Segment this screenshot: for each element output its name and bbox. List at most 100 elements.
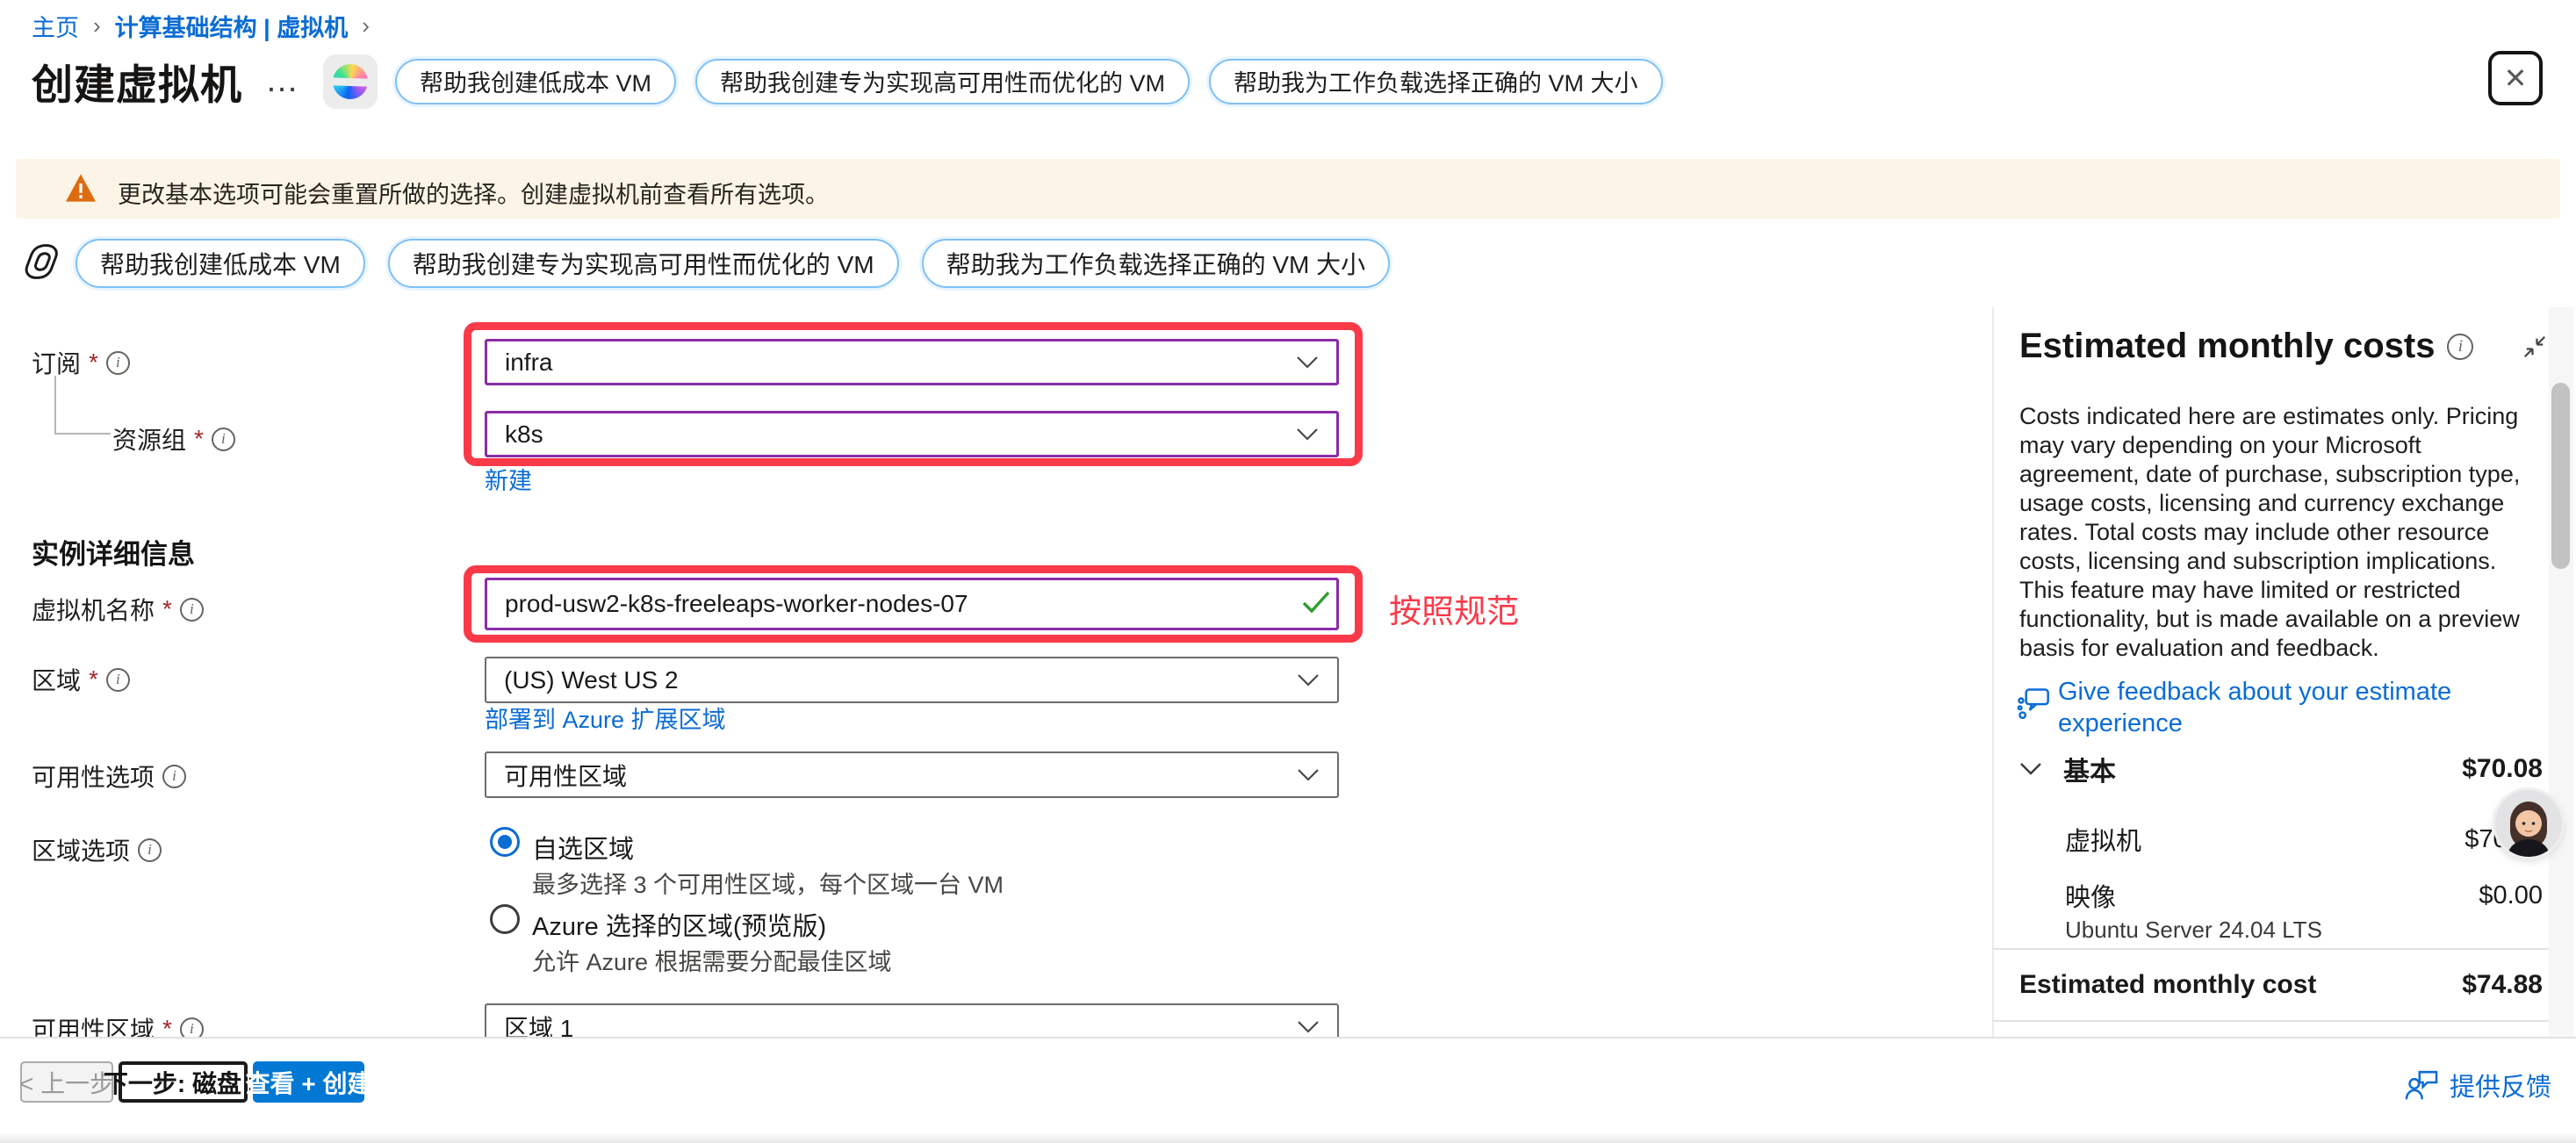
cost-item-amount: $0.00 <box>2479 881 2543 910</box>
estimate-feedback-link[interactable]: Give feedback about your estimate experi… <box>2058 676 2550 739</box>
required-mark: * <box>89 349 98 377</box>
info-icon[interactable]: i <box>162 765 186 788</box>
cost-panel-header: Estimated monthly costs i <box>2019 327 2473 366</box>
scrollbar-track[interactable] <box>2549 307 2573 1037</box>
breadcrumb-separator: › <box>362 12 370 40</box>
availability-zones-dropdown[interactable]: 区域 1 <box>485 1003 1339 1037</box>
chevron-down-icon <box>1296 356 1319 370</box>
required-mark: * <box>89 665 98 694</box>
radio-azure-selected-zones-desc: 允许 Azure 根据需要分配最佳区域 <box>532 943 892 977</box>
tree-connector <box>54 433 111 435</box>
chevron-down-icon <box>1297 1020 1320 1034</box>
cost-total-row: Estimated monthly cost $74.88 <box>2019 966 2544 1004</box>
region-dropdown[interactable]: (US) West US 2 <box>485 657 1339 703</box>
copilot-outline-icon[interactable] <box>25 242 60 281</box>
scrollbar-thumb[interactable] <box>2551 383 2570 569</box>
vm-name-label: 虚拟机名称 * i <box>32 592 204 627</box>
breadcrumb-virtual-machines[interactable]: 计算基础结构 | 虚拟机 <box>115 9 349 43</box>
assistant-avatar[interactable] <box>2495 790 2562 857</box>
review-create-button[interactable]: 查看 + 创建 <box>253 1061 364 1103</box>
warning-icon <box>66 174 96 202</box>
availability-options-label: 可用性选项 i <box>32 758 186 794</box>
panel-divider <box>1992 307 1994 1037</box>
chevron-down-icon <box>1296 428 1319 442</box>
footer-bar: < 上一步 下一步: 磁盘 > 查看 + 创建 提供反馈 <box>0 1037 2576 1143</box>
cost-group-amount: $70.08 <box>2462 754 2543 784</box>
deploy-extended-zones-link[interactable]: 部署到 Azure 扩展区域 <box>485 701 726 735</box>
required-mark: * <box>162 595 172 623</box>
copilot-suggestions-inline: 帮助我创建低成本 VM 帮助我创建专为实现高可用性而优化的 VM 帮助我为工作负… <box>76 239 1390 288</box>
person-feedback-icon <box>2404 1069 2439 1101</box>
availability-options-dropdown[interactable]: 可用性区域 <box>485 751 1339 798</box>
suggestion-right-vm-size[interactable]: 帮助我为工作负载选择正确的 VM 大小 <box>922 239 1391 288</box>
region-label: 区域 * i <box>32 662 130 697</box>
tree-connector <box>54 376 56 434</box>
info-icon[interactable]: i <box>180 598 204 622</box>
cost-total-label: Estimated monthly cost <box>2019 970 2316 1000</box>
availability-zones-value: 区域 1 <box>504 1010 573 1038</box>
chevron-down-icon[interactable] <box>2019 762 2042 776</box>
required-mark: * <box>162 1015 172 1037</box>
radio-self-selected-zones-label[interactable]: 自选区域 <box>532 829 634 866</box>
info-icon[interactable]: i <box>106 668 130 692</box>
title-row: 创建虚拟机 … 帮助我创建低成本 VM 帮助我创建专为实现高可用性而优化的 VM… <box>32 51 1663 111</box>
breadcrumb-separator: › <box>93 12 101 40</box>
suggestion-high-availability-vm[interactable]: 帮助我创建专为实现高可用性而优化的 VM <box>388 239 899 288</box>
info-icon[interactable]: i <box>2447 334 2473 360</box>
suggestion-right-vm-size[interactable]: 帮助我为工作负载选择正确的 VM 大小 <box>1209 59 1663 104</box>
radio-azure-selected-zones-label[interactable]: Azure 选择的区域(预览版) <box>532 906 826 943</box>
create-vm-page: 主页 › 计算基础结构 | 虚拟机 › 创建虚拟机 … 帮助我创建低成本 VM … <box>0 0 2576 1143</box>
breadcrumb-home[interactable]: 主页 <box>32 9 79 43</box>
create-new-resource-group-link[interactable]: 新建 <box>485 462 532 496</box>
give-feedback-label: 提供反馈 <box>2450 1067 2551 1103</box>
give-feedback-link[interactable]: 提供反馈 <box>2404 1067 2551 1103</box>
cost-group-name: 基本 <box>2063 750 2116 788</box>
required-mark: * <box>194 425 204 453</box>
copilot-button[interactable] <box>323 54 378 109</box>
divider <box>1993 1020 2562 1022</box>
vm-name-input[interactable] <box>485 578 1339 630</box>
next-step-disks-button[interactable]: 下一步: 磁盘 > <box>119 1061 248 1103</box>
breadcrumb: 主页 › 计算基础结构 | 虚拟机 › <box>32 9 370 43</box>
cost-item-row: 虚拟机 $70.08 <box>2019 822 2544 857</box>
cost-disclaimer: Costs indicated here are estimates only.… <box>2019 402 2546 663</box>
warning-text: 更改基本选项可能会重置所做的选择。创建虚拟机前查看所有选项。 <box>118 176 829 210</box>
more-options-icon[interactable]: … <box>265 62 300 100</box>
avatar-image <box>2495 790 2562 857</box>
copilot-icon <box>327 59 372 104</box>
radio-self-selected-zones[interactable] <box>490 827 520 857</box>
copilot-suggestions-top: 帮助我创建低成本 VM 帮助我创建专为实现高可用性而优化的 VM 帮助我为工作负… <box>395 59 1663 104</box>
info-icon[interactable]: i <box>212 428 235 451</box>
info-icon[interactable]: i <box>138 838 162 862</box>
suggestion-low-cost-vm[interactable]: 帮助我创建低成本 VM <box>76 239 365 288</box>
radio-self-selected-zones-desc: 最多选择 3 个可用性区域，每个区域一台 VM <box>532 866 1004 900</box>
collapse-panel-icon[interactable] <box>2522 334 2548 360</box>
info-icon[interactable]: i <box>106 351 130 375</box>
radio-azure-selected-zones[interactable] <box>490 904 520 934</box>
suggestion-high-availability-vm[interactable]: 帮助我创建专为实现高可用性而优化的 VM <box>695 59 1190 104</box>
close-button[interactable]: ✕ <box>2488 51 2543 105</box>
divider <box>1993 948 2562 950</box>
cost-item-name: 映像 <box>2065 877 2116 914</box>
warning-banner: 更改基本选项可能会重置所做的选择。创建虚拟机前查看所有选项。 <box>16 159 2560 219</box>
resource-group-dropdown[interactable]: k8s <box>485 411 1339 457</box>
subscription-label: 订阅 * i <box>32 345 130 380</box>
cost-panel-title: Estimated monthly costs <box>2019 327 2435 366</box>
valid-check-icon <box>1301 590 1331 615</box>
cost-group-row: 基本 $70.08 <box>2019 750 2544 788</box>
close-icon: ✕ <box>2504 61 2528 95</box>
page-title: 创建虚拟机 <box>32 51 242 111</box>
subscription-dropdown[interactable]: infra <box>485 339 1339 385</box>
suggestion-low-cost-vm[interactable]: 帮助我创建低成本 VM <box>395 59 676 104</box>
feedback-bubbles-icon <box>2016 687 2051 723</box>
resource-group-label: 资源组 * i <box>112 421 235 456</box>
instance-details-heading: 实例详细信息 <box>32 532 195 572</box>
cost-item-row: 映像 $0.00 <box>2019 878 2544 913</box>
resource-group-value: k8s <box>505 421 543 449</box>
subscription-value: infra <box>505 349 552 377</box>
previous-step-button[interactable]: < 上一步 <box>20 1061 113 1103</box>
region-value: (US) West US 2 <box>504 666 679 694</box>
chevron-down-icon <box>1297 768 1320 782</box>
info-icon[interactable]: i <box>180 1017 204 1038</box>
cost-item-name: 虚拟机 <box>2065 821 2141 858</box>
